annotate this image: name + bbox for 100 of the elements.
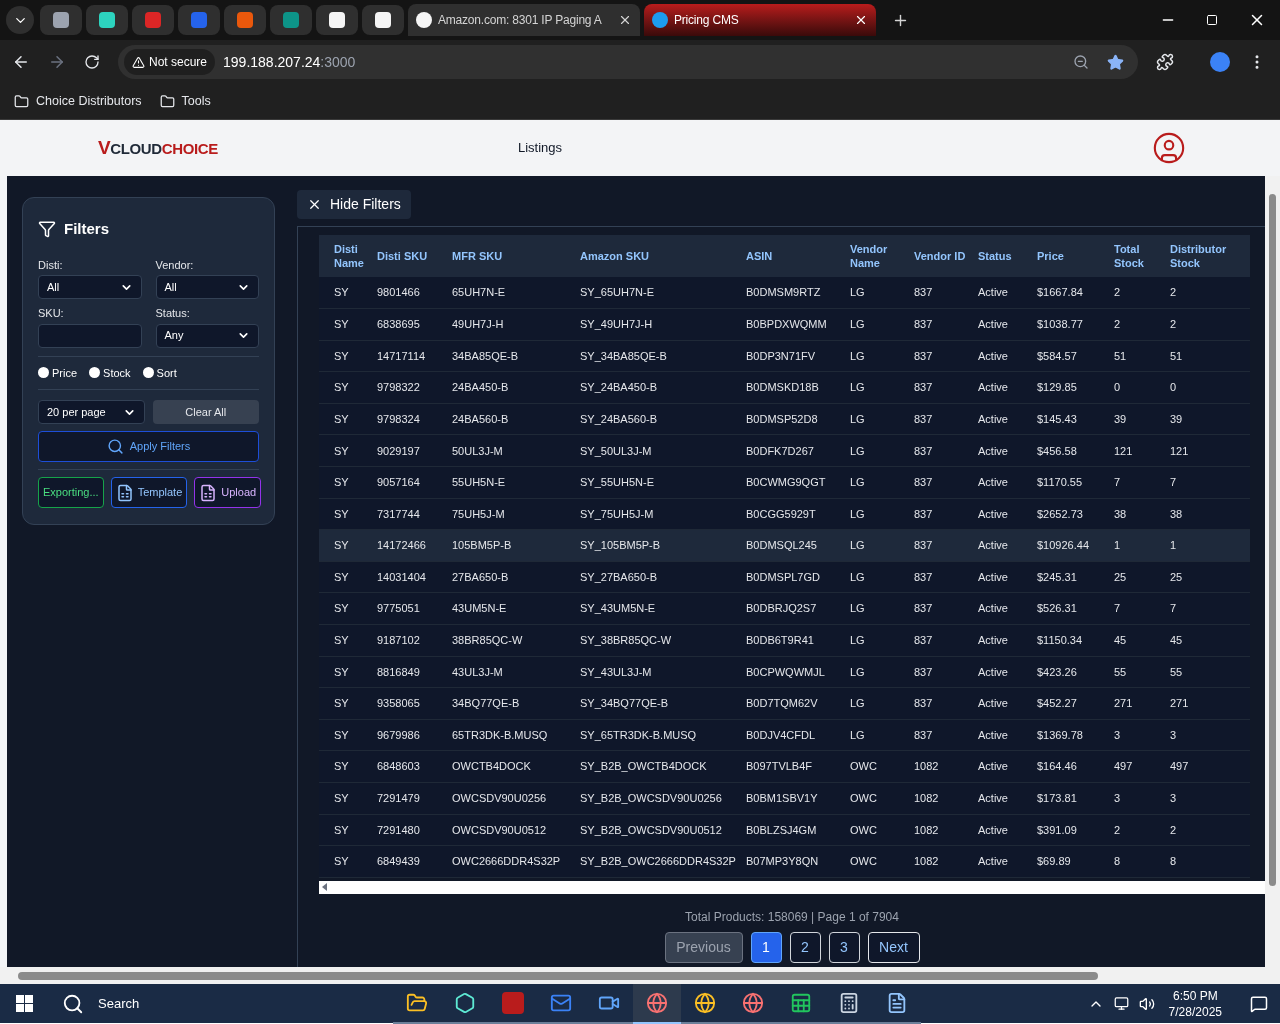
field-label: Disti: [38, 257, 64, 273]
next-button[interactable]: Next [867, 931, 920, 963]
table-cell: 1 [1114, 529, 1170, 562]
bookmark[interactable]: Choice Distributors [14, 92, 142, 111]
table-cell: 34BA85QE-B [452, 340, 580, 372]
table-cell: B0DFK7D267 [746, 434, 850, 467]
table-row[interactable]: SY 14717114 34BA85QE-B SY_34BA85QE-B B0DP3N71FV LG 837 Active $584.57 51 51 [319, 340, 1250, 372]
table-row[interactable]: SY 9358065 34BQ77QE-B SY_34BQ77QE-B B0D7TQM62V LG 837 Active $452.27 271 271 [319, 687, 1250, 720]
table-cell: 497 [1114, 750, 1170, 783]
select-field[interactable]: All [38, 275, 142, 299]
table-row[interactable]: SY 6848603 OWCTB4DOCK SY_B2B_OWCTB4DOCK B097TVLB4F OWC 1082 Active $164.46 497 497 [319, 750, 1250, 783]
table-cell: SY_24BA450-B [580, 371, 746, 404]
clear-all-button[interactable]: Clear All [152, 400, 259, 424]
browser-tab[interactable]: Pricing CMS [644, 4, 876, 36]
browser-tab[interactable]: Amazon.com: 8301 IP Paging A [408, 4, 640, 36]
table-row[interactable]: SY 9798322 24BA450-B SY_24BA450-B B0DMSKD18B LG 837 Active $129.85 0 0 [319, 371, 1250, 404]
table-row[interactable]: SY 9798324 24BA560-B SY_24BA560-B B0DMSP52D8 LG 837 Active $145.43 39 39 [319, 403, 1250, 435]
table-cell: B0D7TQM62V [746, 687, 850, 720]
select-field[interactable]: All [155, 275, 259, 299]
pinned-tab[interactable] [40, 5, 82, 35]
horizontal-scrollbar[interactable] [0, 967, 1280, 984]
radio-option[interactable]: Sort [142, 364, 177, 381]
table-row[interactable]: SY 8816849 43UL3J-M SY_43UL3J-M B0CPWQWMJL LG 837 Active $423.26 55 55 [319, 656, 1250, 688]
table-cell: 2 [1114, 814, 1170, 846]
radio-option[interactable]: Price [38, 364, 78, 381]
table-cell: Active [978, 340, 1037, 372]
table-row[interactable]: SY 9775051 43UM5N-E SY_43UM5N-E B0DBRJQ2S7 LG 837 Active $526.31 7 7 [319, 592, 1250, 625]
pinned-tab[interactable] [316, 5, 358, 35]
page-button[interactable]: 1 [750, 931, 782, 963]
table-cell: LG [850, 277, 914, 309]
reload-icon[interactable] [84, 54, 100, 70]
table-row[interactable]: SY 14031404 27BA650-B SY_27BA650-B B0DMSPL7GD LG 837 Active $245.31 25 25 [319, 561, 1250, 593]
column-header: Price [1037, 235, 1114, 277]
address-bar[interactable]: Not secure 199.188.207.24:3000 [118, 45, 1138, 79]
table-cell: Active [978, 498, 1037, 530]
field-label: Status: [155, 306, 191, 321]
table-cell: Active [978, 750, 1037, 783]
table-cell: B0DMSQL245 [746, 529, 850, 562]
table-row[interactable]: SY 7291480 OWCSDV90U0512 SY_B2B_OWCSDV90U0512 B0BLZSJ4GM OWC 1082 Active $391.09 2 2 [319, 814, 1250, 846]
table-cell: 837 [914, 529, 978, 562]
tab-search-button[interactable] [6, 6, 34, 34]
forward-icon[interactable] [48, 53, 66, 71]
per-page-select[interactable]: 20 per page [38, 400, 145, 424]
action-button[interactable]: Upload [194, 477, 262, 508]
page-button[interactable]: 2 [789, 931, 821, 963]
globe-icon[interactable] [633, 983, 681, 1024]
pinned-tab[interactable] [86, 5, 128, 35]
column-header: Total Stock [1114, 235, 1170, 277]
table-cell: OWCSDV90U0256 [452, 782, 580, 815]
table-row[interactable]: SY 6849439 OWC2666DDR4S32P SY_B2B_OWC2666DDR4S32P B07MP3Y8QN OWC 1082 Active $69.89 8 8 [319, 845, 1250, 878]
table-row[interactable]: SY 9801466 65UH7N-E SY_65UH7N-E B0DMSM9RTZ LG 837 Active $1667.84 2 2 [319, 277, 1250, 309]
table-row[interactable]: SY 14172466 105BM5P-B SY_105BM5P-B B0DMSQL245 LG 837 Active $10926.44 1 1 [319, 529, 1250, 562]
zoom-icon[interactable] [1073, 54, 1089, 70]
pinned-tab[interactable] [362, 5, 404, 35]
taskbar-search[interactable]: Search [48, 984, 348, 1023]
action-button[interactable]: Exporting... [38, 477, 104, 508]
page-button[interactable]: 3 [828, 931, 860, 963]
close-icon[interactable] [854, 13, 868, 27]
bookmark[interactable]: Tools [159, 92, 211, 111]
table-cell: Active [978, 466, 1037, 499]
vertical-scrollbar[interactable] [1265, 176, 1280, 967]
table-row[interactable]: SY 9057164 55UH5N-E SY_55UH5N-E B0CWMG9QGT LG 837 Active $1170.55 7 7 [319, 466, 1250, 499]
table-cell: 24BA450-B [452, 371, 580, 404]
table-cell: Active [978, 529, 1037, 562]
table-cell: 25 [1170, 561, 1250, 593]
table-row[interactable]: SY 9029197 50UL3J-M SY_50UL3J-M B0DFK7D267 LG 837 Active $456.58 121 121 [319, 434, 1250, 467]
radio-option[interactable]: Stock [89, 364, 131, 381]
table-cell: Active [978, 814, 1037, 846]
table-cell: 55 [1114, 656, 1170, 688]
clock[interactable]: 6:50 PM 7/28/2025 [1164, 987, 1226, 1020]
apply-filters-button[interactable]: Apply Filters [38, 431, 259, 462]
table-row[interactable]: SY 9187102 38BR85QC-W SY_38BR85QC-W B0DB6T9R41 LG 837 Active $1150.34 45 45 [319, 624, 1250, 657]
table-row[interactable]: SY 7291479 OWCSDV90U0256 SY_B2B_OWCSDV90U0256 B0BM1SBV1Y OWC 1082 Active $173.81 3 3 [319, 782, 1250, 815]
bookmark-star-icon[interactable] [1107, 53, 1124, 71]
table-cell: SY [319, 308, 377, 341]
security-chip[interactable]: Not secure [124, 49, 216, 75]
url-text: 199.188.207.24:3000 [223, 52, 356, 72]
file-icon [115, 483, 134, 502]
select-field[interactable]: Any [155, 323, 259, 348]
table-row[interactable]: SY 6838695 49UH7J-H SY_49UH7J-H B0BPDXWQMM LG 837 Active $1038.77 2 2 [319, 308, 1250, 341]
table-cell: $173.81 [1037, 782, 1114, 815]
restore-icon[interactable] [1206, 14, 1218, 26]
table-cell: SY_105BM5P-B [580, 529, 746, 562]
network-icon[interactable] [1113, 996, 1129, 1011]
hide-filters-button[interactable]: Hide Filters [297, 190, 411, 219]
volume-icon[interactable] [1138, 995, 1155, 1012]
extensions-icon[interactable] [1156, 53, 1174, 71]
table-row[interactable]: SY 7317744 75UH5J-M SY_75UH5J-M B0CGG5929T LG 837 Active $2652.73 38 38 [319, 498, 1250, 530]
profile-avatar[interactable] [1210, 52, 1230, 72]
table-cell: SY_43UM5N-E [580, 592, 746, 625]
notification-icon[interactable] [1250, 994, 1268, 1013]
action-button[interactable]: Template [110, 477, 188, 508]
page-title: Listings [518, 139, 563, 158]
horizontal-scrollbar[interactable] [319, 880, 1265, 894]
input-field[interactable] [38, 323, 142, 348]
table-row[interactable]: SY 9679986 65TR3DK-B.MUSQ SY_65TR3DK-B.MUSQ B0DJV4CFDL LG 837 Active $1369.78 3 3 [319, 719, 1250, 751]
user-icon[interactable] [1152, 131, 1186, 165]
table-cell: 6848603 [377, 750, 452, 783]
close-icon[interactable] [618, 13, 632, 27]
back-icon[interactable] [12, 53, 30, 71]
